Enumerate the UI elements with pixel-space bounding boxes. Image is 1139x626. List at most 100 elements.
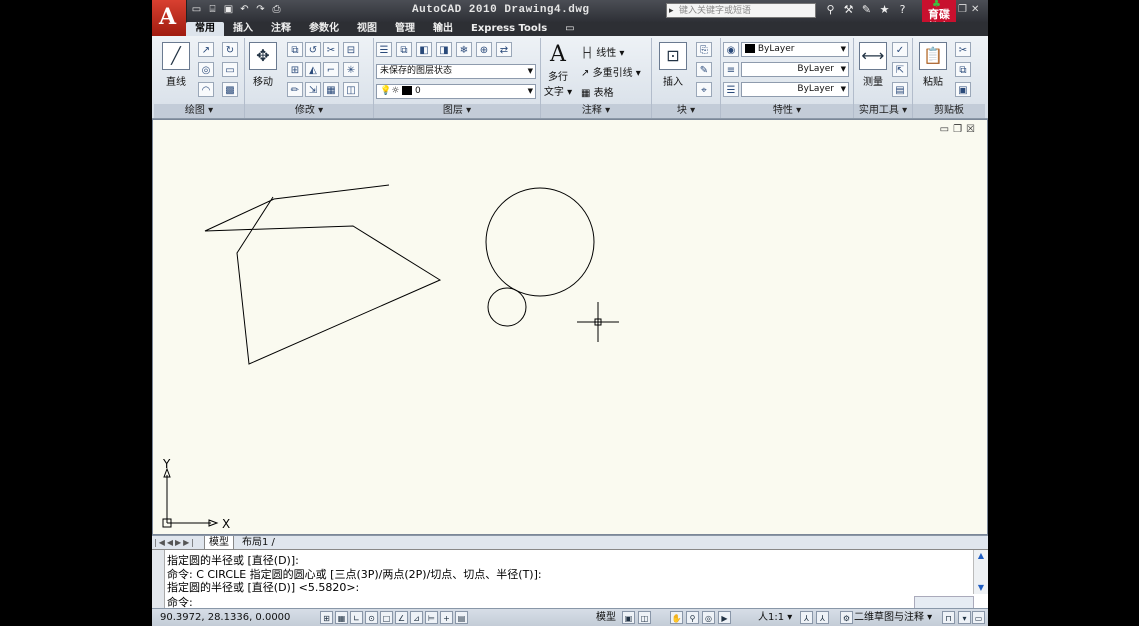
tab-view[interactable]: 视图 (348, 22, 386, 36)
block-panel-title[interactable]: 块 ▾ (652, 104, 720, 118)
polyline-icon[interactable]: ↗ (198, 42, 214, 57)
match-clip-icon[interactable]: ▣ (955, 82, 971, 97)
scroll-down-icon[interactable]: ▼ (974, 582, 988, 594)
tab-annotate[interactable]: 注释 (262, 22, 300, 36)
save-icon[interactable]: ▣ (222, 3, 235, 16)
search-input[interactable]: ▸ 键入关键字或短语 (666, 3, 816, 18)
layer-match-icon[interactable]: ⇄ (496, 42, 512, 57)
auto-scale-icon[interactable]: ⅄ (816, 611, 829, 624)
command-grip[interactable] (152, 550, 165, 608)
tab-express-tools[interactable]: Express Tools (462, 22, 556, 36)
scroll-up-icon[interactable]: ▲ (974, 550, 988, 562)
showmotion-icon[interactable]: ▶ (718, 611, 731, 624)
line-button[interactable]: ╱ 直线 (158, 42, 194, 88)
attribute-icon[interactable]: ⌖ (696, 82, 712, 97)
model-space-label[interactable]: 模型 (596, 609, 616, 626)
tab-home[interactable]: 常用 (186, 22, 224, 36)
help-icon[interactable]: ? (896, 3, 909, 17)
color-dropdown[interactable]: ByLayer ▼ (741, 42, 849, 57)
communication-icon[interactable]: ✎ (860, 3, 873, 17)
binoculars-icon[interactable]: ⚲ (824, 3, 837, 17)
annotation-panel-title[interactable]: 注释 ▾ (541, 104, 651, 118)
copy-icon[interactable]: ⧉ (287, 42, 303, 57)
layer-isolate-icon[interactable]: ◨ (436, 42, 452, 57)
rotate-icon[interactable]: ↺ (305, 42, 321, 57)
quick-view-drawings-icon[interactable]: ◫ (638, 611, 651, 624)
draw-panel-title[interactable]: 绘图 ▾ (154, 104, 244, 118)
restore-icon[interactable]: ❐ (958, 4, 967, 15)
layer-state-dropdown[interactable]: 未保存的图层状态 ▼ (376, 64, 536, 79)
lineweight-toggle-icon[interactable]: + (440, 611, 453, 624)
extend-icon[interactable]: ⊟ (343, 42, 359, 57)
insert-block-button[interactable]: ⊡ 插入 (656, 42, 690, 88)
multileader-button[interactable]: ↗ 多重引线 ▾ (581, 64, 641, 79)
table-button[interactable]: ▦ 表格 (581, 84, 614, 99)
object-snap-icon[interactable]: □ (380, 611, 393, 624)
tab-output[interactable]: 输出 (424, 22, 462, 36)
dynamic-ucs-icon[interactable]: ⊿ (410, 611, 423, 624)
workspace-switcher[interactable]: 二维草图与注释 ▾ (854, 609, 932, 626)
cut-icon[interactable]: ✂ (955, 42, 971, 57)
clean-screen-icon[interactable]: ▭ (972, 611, 985, 624)
edit-block-icon[interactable]: ✎ (696, 62, 712, 77)
move-button[interactable]: ✥ 移动 (247, 42, 279, 88)
properties-panel-title[interactable]: 特性 ▾ (721, 104, 853, 118)
circle-icon[interactable]: ◎ (198, 62, 214, 77)
new-icon[interactable]: ▭ (190, 3, 203, 16)
rotate-arrow-icon[interactable]: ↻ (222, 42, 238, 57)
trim-icon[interactable]: ✂ (323, 42, 339, 57)
quick-properties-icon[interactable]: ▤ (455, 611, 468, 624)
fillet-icon[interactable]: ⌐ (323, 62, 339, 77)
quick-view-layouts-icon[interactable]: ▣ (622, 611, 635, 624)
layer-freeze-icon[interactable]: ❄ (456, 42, 472, 57)
mtext-button[interactable]: A 多行 文字 ▾ (543, 42, 573, 98)
undo-icon[interactable]: ↶ (238, 3, 251, 16)
dynamic-input-icon[interactable]: ⊨ (425, 611, 438, 624)
calculator-icon[interactable]: ▤ (892, 82, 908, 97)
grid-display-icon[interactable]: ▦ (335, 611, 348, 624)
mirror-icon[interactable]: ◭ (305, 62, 321, 77)
annotation-visibility-icon[interactable]: ⅄ (800, 611, 813, 624)
pan-icon[interactable]: ✋ (670, 611, 683, 624)
layer-properties-icon[interactable]: ☰ (376, 42, 392, 57)
close-icon[interactable]: ✕ (971, 4, 979, 15)
erase-icon[interactable]: ✏ (287, 82, 303, 97)
scale-icon[interactable]: ⇲ (305, 82, 321, 97)
create-block-icon[interactable]: ⎘ (696, 42, 712, 57)
modify-panel-title[interactable]: 修改 ▾ (245, 104, 373, 118)
tab-model[interactable]: 模型 (204, 536, 234, 550)
lineweight-dropdown[interactable]: ByLayer ▼ (741, 82, 849, 97)
array-icon[interactable]: ▦ (323, 82, 339, 97)
copy-clip-icon[interactable]: ⧉ (955, 62, 971, 77)
steering-wheel-icon[interactable]: ◎ (702, 611, 715, 624)
clipboard-panel-title[interactable]: 剪贴板 (913, 104, 985, 118)
linetype-dropdown[interactable]: ByLayer ▼ (741, 62, 849, 77)
paste-button[interactable]: 📋 粘贴 (917, 42, 949, 88)
tab-manage[interactable]: 管理 (386, 22, 424, 36)
lock-icon[interactable]: ⊓ (942, 611, 955, 624)
status-menu-icon[interactable]: ▾ (958, 611, 971, 624)
explode-icon[interactable]: ✳ (343, 62, 359, 77)
small-circle[interactable] (487, 287, 527, 327)
workspace-gear-icon[interactable]: ⚙ (840, 611, 853, 624)
polyline-shape[interactable] (204, 184, 442, 365)
object-snap-tracking-icon[interactable]: ∠ (395, 611, 408, 624)
layers-panel-title[interactable]: 图层 ▾ (374, 104, 540, 118)
hatch-icon[interactable]: ▩ (222, 82, 238, 97)
linear-dimension-button[interactable]: ├┤ 线性 ▾ (581, 44, 624, 59)
annotation-scale[interactable]: 人1:1 ▾ (758, 609, 792, 626)
plot-icon[interactable]: ⎙ (270, 3, 283, 16)
layer-state-icon[interactable]: ⧉ (396, 42, 412, 57)
quick-select-icon[interactable]: ✓ (892, 42, 908, 57)
arc-icon[interactable]: ◠ (198, 82, 214, 97)
layout-nav-arrows-icon[interactable]: |◀◀▶▶| (154, 536, 196, 549)
application-menu-button[interactable]: A (152, 0, 187, 36)
layer-dropdown[interactable]: 💡☼ 0 ▼ (376, 84, 536, 99)
snap-mode-icon[interactable]: ⊞ (320, 611, 333, 624)
ortho-mode-icon[interactable]: ∟ (350, 611, 363, 624)
tab-insert[interactable]: 插入 (224, 22, 262, 36)
rectangle-icon[interactable]: ▭ (222, 62, 238, 77)
open-icon[interactable]: ⌸ (206, 3, 219, 16)
tab-layout1[interactable]: 布局1 / (238, 536, 279, 549)
polar-tracking-icon[interactable]: ⊙ (365, 611, 378, 624)
